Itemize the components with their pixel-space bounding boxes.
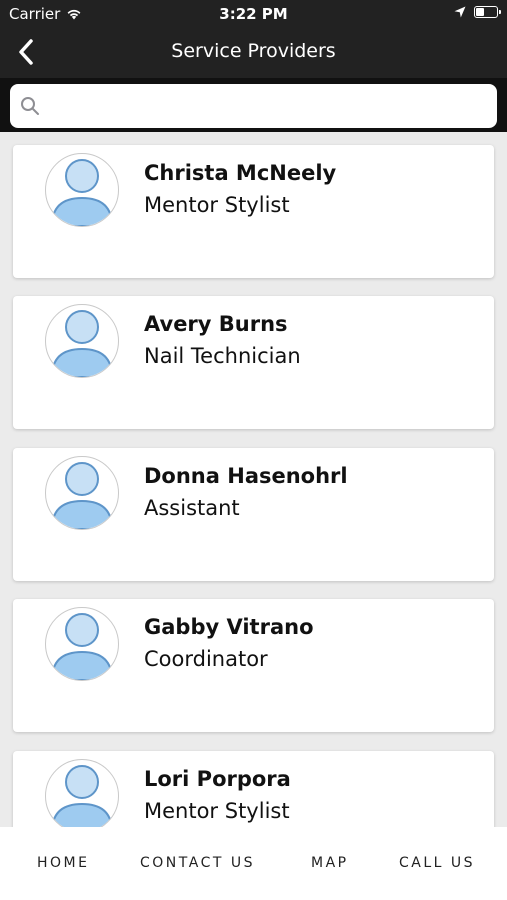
tab-map[interactable]: MAP bbox=[311, 855, 349, 871]
search-box[interactable] bbox=[10, 84, 497, 128]
tab-home[interactable]: HOME bbox=[37, 855, 89, 871]
provider-card[interactable]: Gabby Vitrano Coordinator bbox=[13, 599, 494, 732]
provider-role: Mentor Stylist bbox=[144, 193, 290, 217]
avatar bbox=[45, 759, 119, 828]
nav-bar: Service Providers bbox=[0, 28, 507, 78]
provider-card[interactable]: Avery Burns Nail Technician bbox=[13, 296, 494, 429]
avatar bbox=[45, 153, 119, 227]
search-input[interactable] bbox=[46, 87, 487, 125]
avatar bbox=[45, 607, 119, 681]
provider-card[interactable]: Donna Hasenohrl Assistant bbox=[13, 448, 494, 581]
provider-card[interactable]: Lori Porpora Mentor Stylist bbox=[13, 751, 494, 828]
provider-role: Mentor Stylist bbox=[144, 799, 290, 823]
provider-name: Lori Porpora bbox=[144, 767, 291, 791]
battery-level bbox=[476, 8, 484, 16]
user-placeholder-icon bbox=[50, 310, 114, 377]
provider-card[interactable]: Christa McNeely Mentor Stylist bbox=[13, 145, 494, 278]
user-placeholder-icon bbox=[50, 462, 114, 529]
avatar bbox=[45, 304, 119, 378]
status-right-icons bbox=[454, 6, 501, 18]
provider-name: Gabby Vitrano bbox=[144, 615, 314, 639]
user-placeholder-icon bbox=[50, 613, 114, 680]
tab-call-us[interactable]: CALL US bbox=[399, 855, 475, 871]
provider-list: Christa McNeely Mentor Stylist Avery Bur… bbox=[0, 132, 507, 828]
provider-name: Christa McNeely bbox=[144, 161, 337, 185]
location-arrow-icon bbox=[454, 6, 466, 18]
provider-role: Nail Technician bbox=[144, 344, 301, 368]
provider-name: Avery Burns bbox=[144, 312, 288, 336]
provider-role: Coordinator bbox=[144, 647, 268, 671]
status-bar: Carrier 3:22 PM bbox=[0, 0, 507, 28]
bottom-tab-bar: HOME CONTACT US MAP CALL US bbox=[0, 827, 507, 900]
provider-role: Assistant bbox=[144, 496, 240, 520]
page-title: Service Providers bbox=[171, 40, 336, 62]
screen: Carrier 3:22 PM Service Providers Christ… bbox=[0, 0, 507, 900]
avatar bbox=[45, 456, 119, 530]
provider-name: Donna Hasenohrl bbox=[144, 464, 348, 488]
user-placeholder-icon bbox=[51, 765, 113, 828]
status-time: 3:22 PM bbox=[219, 5, 288, 23]
battery-icon bbox=[474, 6, 501, 18]
search-icon bbox=[21, 97, 39, 115]
user-placeholder-icon bbox=[50, 159, 114, 226]
search-area bbox=[0, 78, 507, 132]
tab-contact-us[interactable]: CONTACT US bbox=[140, 855, 255, 871]
